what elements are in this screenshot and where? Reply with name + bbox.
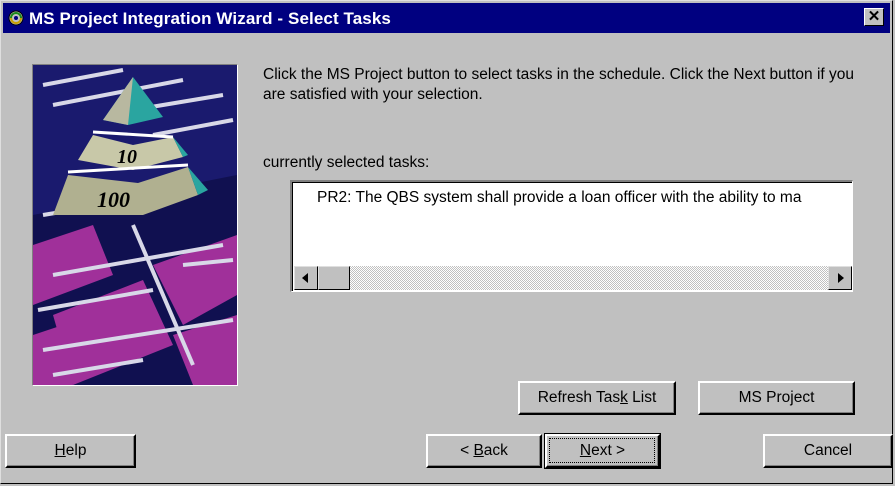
refresh-label-part: List (627, 389, 657, 406)
scroll-left-button[interactable] (294, 266, 318, 290)
back-label: < Back (460, 442, 508, 459)
back-label-part: ack (483, 442, 508, 459)
help-label-part: elp (65, 442, 87, 459)
cancel-button[interactable]: Cancel (763, 434, 893, 468)
scroll-thumb[interactable] (318, 266, 350, 290)
pyramid-label-10: 10 (117, 146, 137, 168)
refresh-label: Refresh Task List (538, 389, 657, 406)
next-label: Next > (580, 442, 625, 459)
help-button[interactable]: Help (5, 434, 136, 468)
selected-tasks-list[interactable]: PR2: The QBS system shall provide a loan… (290, 180, 853, 292)
back-button[interactable]: < Back (426, 434, 542, 468)
wizard-window: MS Project Integration Wizard - Select T… (0, 0, 893, 484)
next-mnemonic: N (579, 442, 592, 459)
pyramid-illustration: 10 100 (33, 65, 237, 385)
help-mnemonic: H (54, 442, 66, 459)
pyramid-label-100: 100 (97, 187, 130, 212)
refresh-task-list-button[interactable]: Refresh Task List (518, 381, 676, 415)
ms-project-button[interactable]: MS Project (698, 381, 855, 415)
window-title: MS Project Integration Wizard - Select T… (29, 9, 391, 28)
back-label-part: < (460, 442, 474, 459)
next-label-part: ext > (591, 442, 626, 459)
refresh-label-part: Refresh Tas (537, 389, 621, 406)
wizard-illustration: 10 100 (32, 64, 238, 386)
list-item[interactable]: PR2: The QBS system shall provide a loan… (317, 189, 801, 207)
arrow-left-icon (302, 273, 308, 283)
back-mnemonic: B (473, 442, 484, 459)
next-button[interactable]: Next > (544, 433, 661, 469)
horizontal-scrollbar[interactable] (294, 266, 852, 290)
help-label: Help (55, 442, 87, 459)
wizard-app-icon (8, 10, 24, 26)
list-frame: PR2: The QBS system shall provide a loan… (292, 182, 852, 291)
close-icon: ✕ (867, 8, 881, 25)
close-button[interactable]: ✕ (864, 8, 884, 26)
instructions-text: Click the MS Project button to select ta… (263, 66, 855, 103)
selected-tasks-label: currently selected tasks: (263, 154, 430, 171)
refresh-mnemonic: k (620, 389, 628, 406)
cancel-label: Cancel (803, 442, 853, 459)
scroll-right-button[interactable] (828, 266, 852, 290)
title-bar[interactable]: MS Project Integration Wizard - Select T… (3, 3, 890, 33)
ms-project-label: MS Project (738, 389, 815, 406)
arrow-right-icon (838, 273, 844, 283)
